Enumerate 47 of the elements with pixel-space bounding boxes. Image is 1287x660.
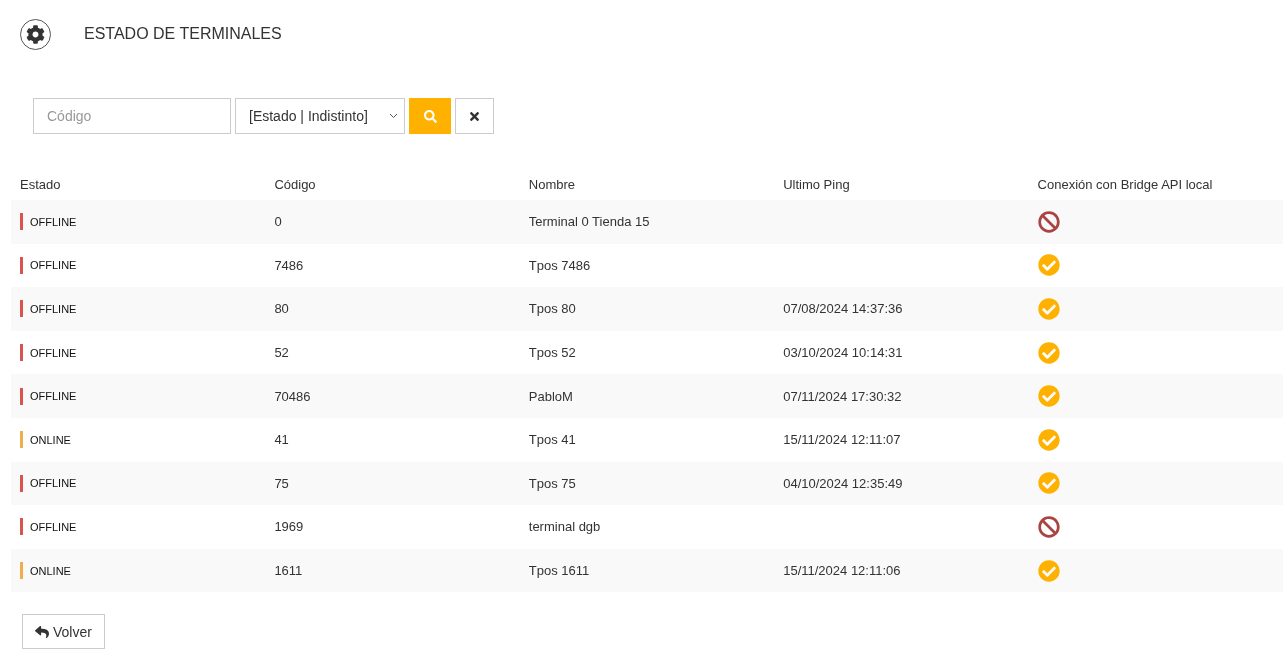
status-text: OFFLINE	[30, 520, 77, 533]
table-cell-text: Tpos 7486	[527, 257, 591, 273]
status-text: OFFLINE	[30, 215, 77, 228]
table-cell-text: Terminal 0 Tienda 15	[527, 214, 650, 230]
table-cell-text: 0	[273, 214, 282, 230]
clear-button[interactable]	[455, 98, 494, 134]
table-cell-text: 15/11/2024 12:11:06	[782, 563, 901, 579]
column-header: Código	[273, 176, 316, 192]
column-header: Nombre	[527, 176, 576, 192]
page-title: ESTADO DE TERMINALES	[84, 25, 282, 43]
table-cell-text: 1969	[273, 519, 304, 535]
status-select[interactable]: [Estado | Indistinto]	[235, 98, 405, 134]
table-cell-text: 75	[273, 475, 289, 491]
table-cell-text: 1611	[273, 563, 303, 579]
table-cell-text: 7486	[273, 257, 304, 273]
reply-arrow-icon	[35, 624, 49, 639]
table-cell-text: Tpos 41	[527, 432, 576, 448]
status-text: OFFLINE	[30, 303, 77, 315]
column-header: Ultimo Ping	[782, 176, 850, 192]
table-cell-text: Tpos 52	[527, 345, 576, 361]
table-cell-text: Tpos 75	[527, 475, 576, 491]
column-header: Estado	[19, 176, 61, 192]
table-cell-text: 80	[273, 301, 289, 317]
back-button[interactable]: Volver	[22, 614, 105, 650]
close-icon	[468, 109, 481, 123]
table-cell-text: 15/11/2024 12:11:07	[782, 432, 901, 448]
table-cell-text: 07/08/2024 14:37:36	[782, 301, 903, 317]
table-cell-text: 03/10/2024 10:14:31	[782, 345, 903, 361]
table-cell-text: Tpos 1611	[527, 563, 590, 579]
status-text: OFFLINE	[30, 390, 77, 403]
table-cell-text: 70486	[273, 388, 311, 404]
code-input-field[interactable]: Código	[33, 98, 231, 134]
status-text: OFFLINE	[30, 346, 77, 359]
table-cell-text: PabloM	[527, 388, 573, 404]
table-cell-text: 41	[273, 432, 289, 448]
column-header: Conexión con Bridge API local	[1036, 176, 1213, 192]
status-text: OFFLINE	[30, 259, 77, 272]
search-icon	[423, 109, 437, 123]
chevron-down-icon	[389, 113, 398, 119]
status-text: OFFLINE	[30, 477, 77, 490]
status-text: ONLINE	[30, 433, 71, 446]
table-cell-text: 52	[273, 345, 289, 361]
table-cell-text: Tpos 80	[527, 301, 576, 317]
table-cell-text: terminal dgb	[527, 519, 601, 535]
table-cell-text: 07/11/2024 17:30:32	[782, 388, 902, 404]
table-cell-text: 04/10/2024 12:35:49	[782, 475, 903, 491]
status-text: ONLINE	[30, 564, 71, 577]
